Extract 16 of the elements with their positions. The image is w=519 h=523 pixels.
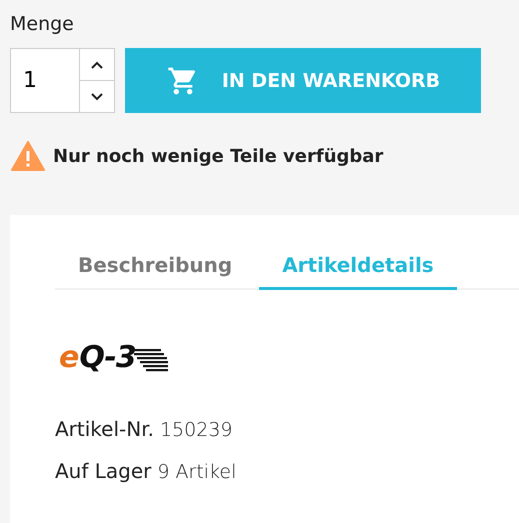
quantity-field[interactable]: 1 [10, 48, 80, 113]
decrement-button[interactable] [80, 81, 114, 112]
tab[interactable]: Artikeldetails [259, 253, 457, 290]
detail-label: Artikel-Nr. [55, 417, 154, 441]
increment-button[interactable] [80, 49, 114, 81]
detail-value: 150239 [160, 419, 232, 441]
chevron-up-icon [91, 60, 103, 68]
detail-value: 9 Artikel [157, 461, 236, 483]
chevron-down-icon [91, 92, 103, 100]
quantity-label: Menge [10, 12, 75, 37]
tab[interactable]: Beschreibung [55, 253, 256, 290]
brand-logo: eQ-3 [59, 340, 168, 375]
stock-warning: Nur noch wenige Teile verfügbar [53, 146, 384, 166]
add-to-cart-button[interactable]: IN DEN WARENKORB [125, 48, 481, 113]
warning-icon [11, 141, 45, 171]
detail-label: Auf Lager [55, 459, 152, 483]
